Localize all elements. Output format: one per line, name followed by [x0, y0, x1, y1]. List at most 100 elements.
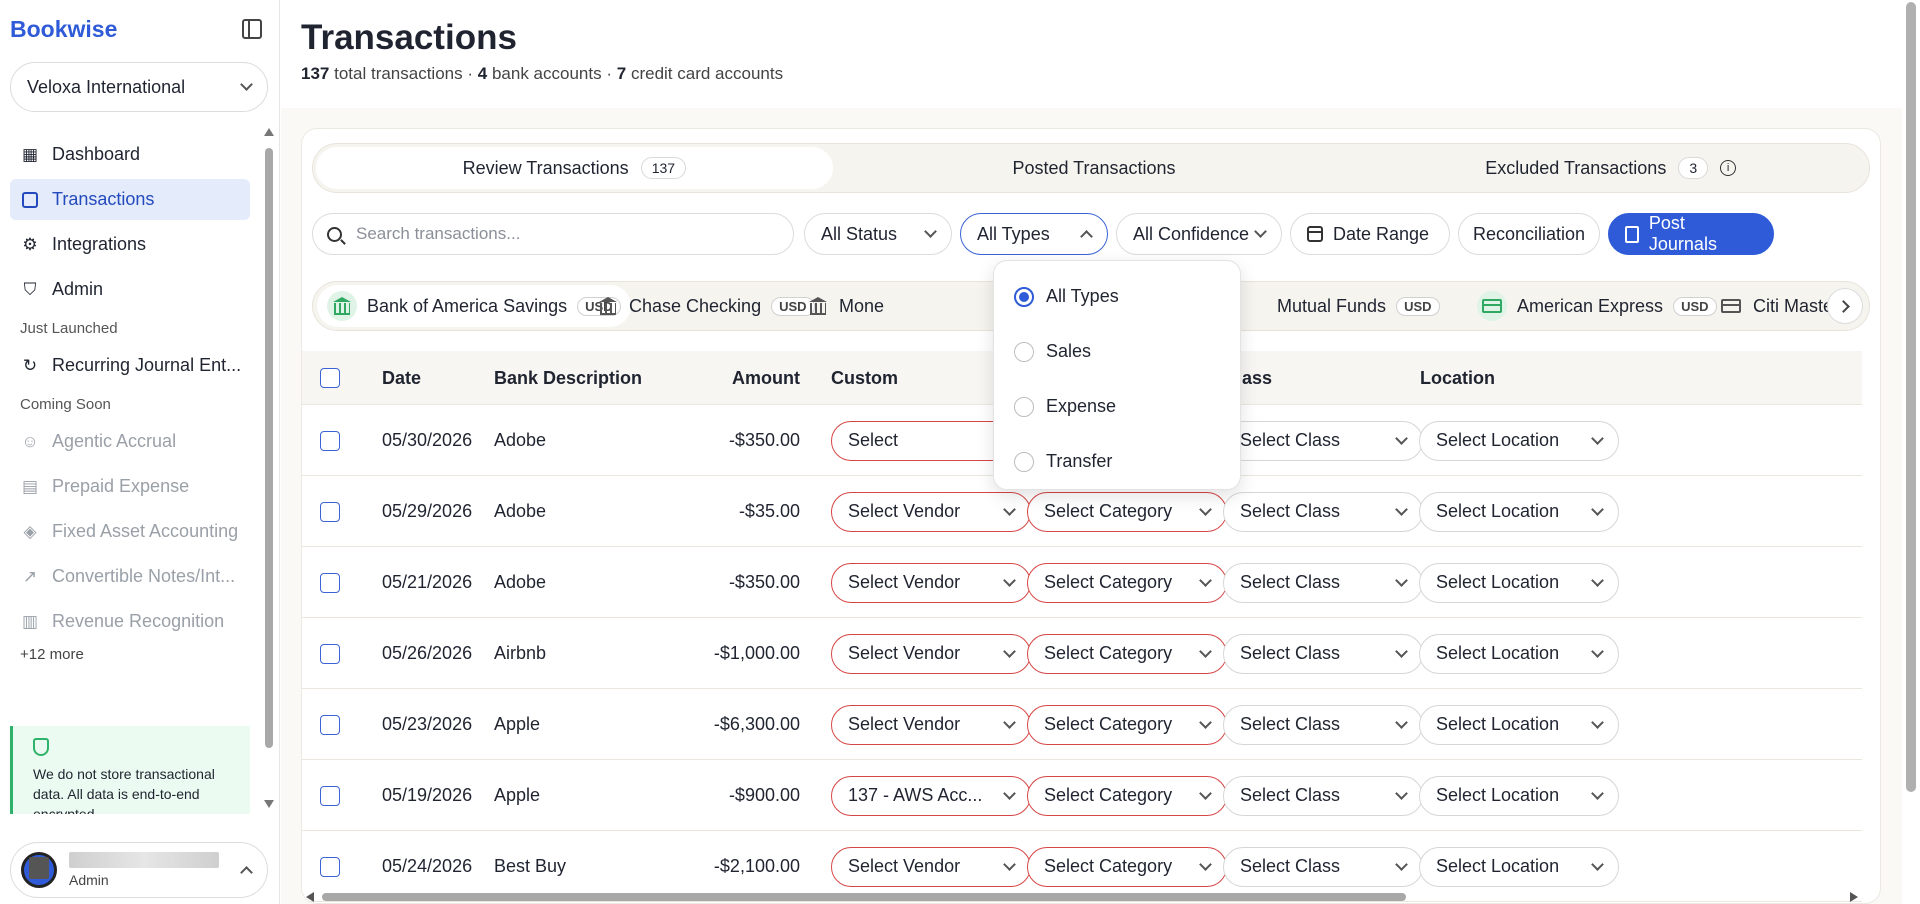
user-role: Admin [69, 872, 109, 888]
chevron-down-icon [1591, 644, 1604, 658]
type-option-label: Expense [1046, 396, 1117, 416]
page-scroll-thumb[interactable] [1906, 2, 1916, 792]
reconciliation-button[interactable]: Reconciliation [1458, 213, 1600, 255]
location-select-label: Select Location [1436, 856, 1560, 876]
org-selector[interactable]: Veloxa International [10, 62, 268, 112]
class-select[interactable]: Select Class [1223, 476, 1423, 547]
info-icon[interactable]: i [1720, 160, 1737, 176]
sidebar-item-transactions[interactable]: Transactions [10, 179, 250, 220]
class-select[interactable]: Select Class [1223, 689, 1423, 760]
row-checkbox[interactable] [320, 689, 340, 760]
row-checkbox[interactable] [320, 760, 340, 831]
user-menu[interactable]: Admin [10, 842, 268, 898]
search-input[interactable] [356, 224, 756, 244]
column-description[interactable]: Bank Description [494, 351, 642, 405]
type-option-expense[interactable]: Expense [994, 379, 1240, 434]
category-select[interactable]: Select Category [1027, 760, 1227, 831]
scroll-left-icon[interactable] [306, 892, 314, 902]
account-chip-chase-checking[interactable]: Chase Checking USD [599, 282, 815, 330]
column-location[interactable]: Location [1420, 351, 1495, 405]
sidebar-toggle-icon[interactable] [242, 19, 262, 39]
chevron-down-icon [1395, 644, 1408, 658]
column-amount[interactable]: Amount [684, 351, 800, 405]
page-subtitle: 137 total transactions · 4 bank accounts… [301, 64, 783, 84]
account-chip-boa-savings[interactable]: Bank of America Savings USD [317, 285, 631, 327]
account-chip-money[interactable]: Mone [809, 282, 884, 330]
credit-card-icon [1477, 291, 1507, 321]
account-chip-mutual-funds[interactable]: Mutual Funds USD [1277, 282, 1440, 330]
category-select[interactable]: Select Category [1027, 689, 1227, 760]
chevron-down-icon [1254, 225, 1267, 238]
location-select[interactable]: Select Location [1419, 405, 1619, 476]
sidebar-item-fixed-asset[interactable]: ◈ Fixed Asset Accounting [10, 511, 250, 552]
tab-review-transactions[interactable]: Review Transactions 137 [316, 147, 833, 189]
chevron-down-icon [1199, 502, 1212, 516]
row-checkbox[interactable] [320, 476, 340, 547]
tab-bar: Review Transactions 137 Posted Transacti… [312, 143, 1870, 193]
type-option-all-types[interactable]: All Types [994, 269, 1240, 324]
currency-badge: USD [771, 296, 815, 316]
row-checkbox[interactable] [320, 405, 340, 476]
category-select[interactable]: Select Category [1027, 547, 1227, 618]
account-chip-citi-master[interactable]: Citi Master [1721, 282, 1839, 330]
class-select[interactable]: Select Class [1223, 618, 1423, 689]
sidebar-item-dashboard[interactable]: ▦ Dashboard [10, 134, 250, 175]
table-hscroll-thumb[interactable] [322, 893, 1406, 901]
column-date[interactable]: Date [382, 351, 421, 405]
type-option-transfer[interactable]: Transfer [994, 434, 1240, 489]
post-journals-button[interactable]: Post Journals [1608, 213, 1774, 255]
location-select[interactable]: Select Location [1419, 476, 1619, 547]
vendor-select-label: Select Vendor [848, 501, 961, 521]
type-option-sales[interactable]: Sales [994, 324, 1240, 379]
location-select[interactable]: Select Location [1419, 618, 1619, 689]
chevron-down-icon [1003, 786, 1016, 800]
column-customer[interactable]: Custom [831, 351, 898, 405]
accounts-next-button[interactable] [1827, 288, 1863, 324]
status-filter[interactable]: All Status [804, 213, 952, 255]
vendor-select[interactable]: Select Vendor [831, 618, 1031, 689]
sidebar-item-admin[interactable]: ⛉ Admin [10, 269, 250, 310]
date-range-button[interactable]: Date Range [1290, 213, 1450, 255]
sidebar-scroll-thumb[interactable] [265, 148, 273, 748]
row-checkbox[interactable] [320, 547, 340, 618]
location-select[interactable]: Select Location [1419, 689, 1619, 760]
sidebar-item-revenue-recognition[interactable]: ▥ Revenue Recognition [10, 601, 250, 642]
more-link[interactable]: +12 more [10, 646, 250, 663]
sidebar-item-convertible-notes[interactable]: ↗ Convertible Notes/Int... [10, 556, 250, 597]
table-row[interactable]: 05/19/2026 Apple -$900.00 137 - AWS Acc... S… [302, 760, 1862, 831]
vendor-select[interactable]: Select Vendor [831, 547, 1031, 618]
category-select[interactable]: Select Category [1027, 618, 1227, 689]
class-select[interactable]: Select Class [1223, 547, 1423, 618]
vendor-select[interactable]: 137 - AWS Acc... [831, 760, 1031, 831]
row-date: 05/26/2026 [382, 643, 473, 663]
sidebar-item-agentic-accrual[interactable]: ☺ Agentic Accrual [10, 421, 250, 462]
scroll-down-icon[interactable] [264, 800, 274, 808]
type-filter[interactable]: All Types [960, 213, 1108, 255]
scroll-up-icon[interactable] [264, 128, 274, 136]
confidence-filter[interactable]: All Confidence [1116, 213, 1282, 255]
sidebar-item-integrations[interactable]: ⚙ Integrations [10, 224, 250, 265]
table-horizontal-scrollbar[interactable] [306, 891, 1866, 903]
location-select-label: Select Location [1436, 643, 1560, 663]
account-chip-american-express[interactable]: American Express USD [1477, 282, 1717, 330]
scroll-right-icon[interactable] [1850, 892, 1858, 902]
table-row[interactable]: 05/23/2026 Apple -$6,300.00 Select Vendor Se… [302, 689, 1862, 760]
tab-excluded-transactions[interactable]: Excluded Transactions 3 i [1352, 144, 1869, 192]
tab-posted-transactions[interactable]: Posted Transactions [836, 144, 1353, 192]
class-select[interactable]: Select Class [1223, 760, 1423, 831]
vendor-select[interactable]: Select Vendor [831, 689, 1031, 760]
table-row[interactable]: 05/21/2026 Adobe -$350.00 Select Vendor Sele… [302, 547, 1862, 618]
table-row[interactable]: 05/26/2026 Airbnb -$1,000.00 Select Vendor S… [302, 618, 1862, 689]
sidebar-scrollbar[interactable] [264, 128, 274, 808]
page-scrollbar[interactable] [1902, 0, 1920, 904]
class-select[interactable]: Select Class [1223, 405, 1423, 476]
date-range-label: Date Range [1333, 223, 1430, 244]
row-checkbox[interactable] [320, 618, 340, 689]
location-select[interactable]: Select Location [1419, 547, 1619, 618]
select-all-checkbox[interactable] [320, 351, 340, 405]
location-select[interactable]: Select Location [1419, 760, 1619, 831]
sidebar-item-recurring-journal[interactable]: ↻ Recurring Journal Ent... [10, 345, 250, 386]
brand-logo[interactable]: Bookwise [10, 16, 117, 43]
sidebar-item-prepaid-expense[interactable]: ▤ Prepaid Expense [10, 466, 250, 507]
chevron-down-icon [1199, 644, 1212, 658]
